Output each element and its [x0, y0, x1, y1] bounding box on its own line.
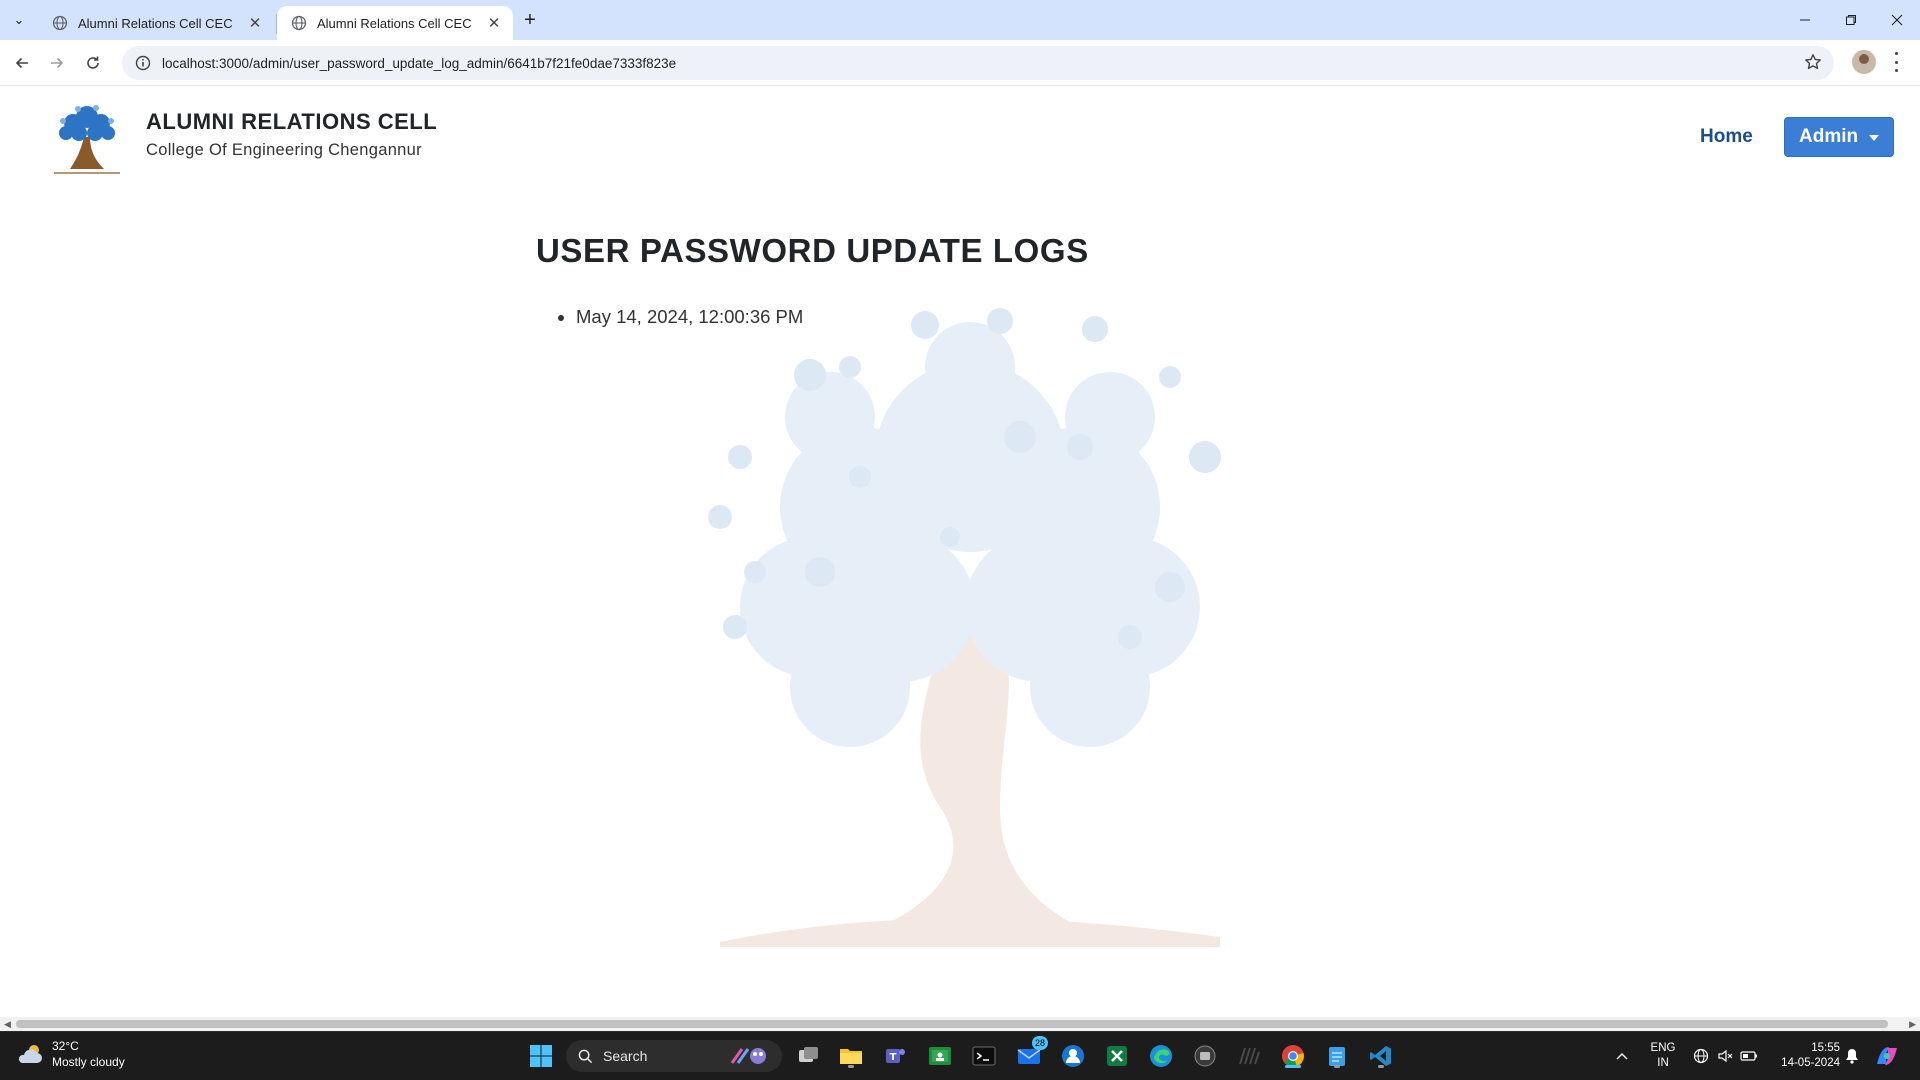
close-tab-icon[interactable]: ✕ [246, 14, 264, 32]
globe-icon [291, 15, 307, 31]
vscode-icon[interactable] [1366, 1041, 1396, 1071]
weather-widget[interactable]: 32°C Mostly cloudy [16, 1038, 125, 1070]
caret-down-icon [1869, 135, 1879, 141]
clock[interactable]: 15:55 14-05-2024 [1768, 1041, 1840, 1071]
admin-button-label: Admin [1799, 126, 1859, 147]
scroll-right-icon[interactable]: ▶ [1909, 1019, 1916, 1030]
close-tab-icon[interactable]: ✕ [485, 14, 503, 32]
copilot-icon[interactable] [1872, 1041, 1902, 1071]
language-indicator[interactable]: ENG IN [1648, 1041, 1678, 1071]
reload-icon [87, 56, 99, 69]
restore-icon [1846, 15, 1856, 25]
start-button[interactable] [526, 1041, 556, 1071]
close-icon [1891, 14, 1903, 26]
plus-icon: + [524, 8, 536, 31]
copilot-search-icon [730, 1048, 766, 1064]
arrow-left-icon [15, 57, 28, 69]
task-view-icon[interactable] [794, 1041, 824, 1071]
password-log-list: May 14, 2024, 12:00:36 PM [576, 304, 1436, 330]
url-text[interactable]: localhost:3000/admin/user_password_updat… [162, 56, 676, 71]
tree-watermark-image [708, 308, 1221, 947]
main-content: USER PASSWORD UPDATE LOGS May 14, 2024, … [536, 232, 1436, 330]
site-subtitle: College Of Engineering Chengannur [146, 141, 422, 159]
teams-icon[interactable]: T [880, 1041, 910, 1071]
app-stripes-icon[interactable] [1234, 1041, 1264, 1071]
tab-title: Alumni Relations Cell CEC [317, 15, 472, 31]
language-code: ENG [1650, 1042, 1676, 1054]
battery-icon[interactable] [1738, 1041, 1760, 1071]
chevron-down-icon: ⌄ [13, 12, 25, 27]
excel-icon[interactable] [1102, 1041, 1132, 1071]
profile-avatar[interactable] [1852, 50, 1876, 74]
minimize-button[interactable] [1782, 0, 1828, 40]
chrome-taskbar-icon[interactable] [1278, 1041, 1308, 1071]
classroom-icon[interactable] [925, 1041, 955, 1071]
globe-icon [52, 15, 68, 31]
restore-button[interactable] [1828, 0, 1874, 40]
language-region: IN [1657, 1057, 1669, 1069]
site-header: ALUMNI RELATIONS CELL College Of Enginee… [0, 87, 1920, 179]
file-explorer-icon[interactable] [836, 1041, 866, 1071]
close-window-button[interactable] [1874, 0, 1920, 40]
web-page: ALUMNI RELATIONS CELL College Of Enginee… [0, 87, 1920, 1017]
bookmark-star-icon[interactable] [1804, 53, 1822, 76]
volume-muted-icon[interactable] [1714, 1041, 1736, 1071]
new-tab-button[interactable]: + [518, 8, 542, 32]
network-icon[interactable] [1690, 1041, 1712, 1071]
page-title: USER PASSWORD UPDATE LOGS [536, 232, 1089, 269]
svg-text:T: T [890, 1052, 897, 1063]
taskbar-search[interactable]: Search [566, 1040, 782, 1072]
running-indicator [1334, 1065, 1340, 1068]
browser-menu-icon[interactable] [1890, 52, 1902, 72]
nav-home-link[interactable]: Home [1700, 126, 1753, 148]
running-indicator [848, 1065, 854, 1068]
tab-title: Alumni Relations Cell CEC [78, 15, 233, 31]
mail-badge: 28 [1032, 1036, 1048, 1050]
site-info-icon[interactable] [128, 55, 158, 71]
tab-search-button[interactable]: ⌄ [6, 8, 32, 32]
terminal-icon[interactable] [969, 1041, 999, 1071]
notepad-icon[interactable] [1322, 1041, 1352, 1071]
address-bar[interactable]: localhost:3000/admin/user_password_updat… [122, 46, 1834, 80]
browser-toolbar: localhost:3000/admin/user_password_updat… [0, 40, 1920, 86]
arrow-right-icon [51, 57, 64, 69]
search-icon [578, 1049, 593, 1063]
scrollbar-thumb[interactable] [16, 1020, 1888, 1028]
admin-dropdown-button[interactable]: Admin [1784, 117, 1894, 157]
scroll-left-icon[interactable]: ◀ [4, 1019, 11, 1030]
windows-taskbar: 32°C Mostly cloudy Search T 28 ENG IN 15… [0, 1031, 1920, 1080]
search-label: Search [603, 1048, 648, 1064]
alumni-tree-logo[interactable] [48, 97, 126, 177]
running-indicator [1285, 1065, 1301, 1068]
minimize-icon [1800, 19, 1810, 21]
tab-strip: ⌄ Alumni Relations Cell CEC ✕ Alumni Rel… [0, 0, 1920, 40]
camera-app-icon[interactable] [1190, 1041, 1220, 1071]
browser-tab-2[interactable]: Alumni Relations Cell CEC ✕ [277, 6, 513, 40]
edge-icon[interactable] [1146, 1041, 1176, 1071]
browser-tab-1[interactable]: Alumni Relations Cell CEC ✕ [38, 6, 274, 40]
weather-temp: 32°C [52, 1039, 79, 1053]
show-hidden-icons[interactable] [1611, 1041, 1633, 1071]
clock-date: 14-05-2024 [1781, 1057, 1840, 1069]
windows-logo-icon [530, 1045, 552, 1067]
cloudy-weather-icon [18, 1045, 42, 1063]
log-item: May 14, 2024, 12:00:36 PM [576, 304, 1436, 330]
back-button[interactable] [7, 48, 37, 78]
user-app-icon[interactable] [1058, 1041, 1088, 1071]
notification-bell-icon[interactable] [1841, 1041, 1863, 1071]
reload-button[interactable] [78, 48, 108, 78]
site-title: ALUMNI RELATIONS CELL [146, 109, 438, 134]
weather-condition: Mostly cloudy [52, 1055, 125, 1069]
clock-time: 15:55 [1811, 1042, 1840, 1054]
mail-icon[interactable]: 28 [1014, 1036, 1048, 1071]
running-indicator [1378, 1065, 1384, 1068]
forward-button[interactable] [42, 48, 72, 78]
horizontal-scrollbar[interactable]: ◀ ▶ [0, 1017, 1920, 1031]
